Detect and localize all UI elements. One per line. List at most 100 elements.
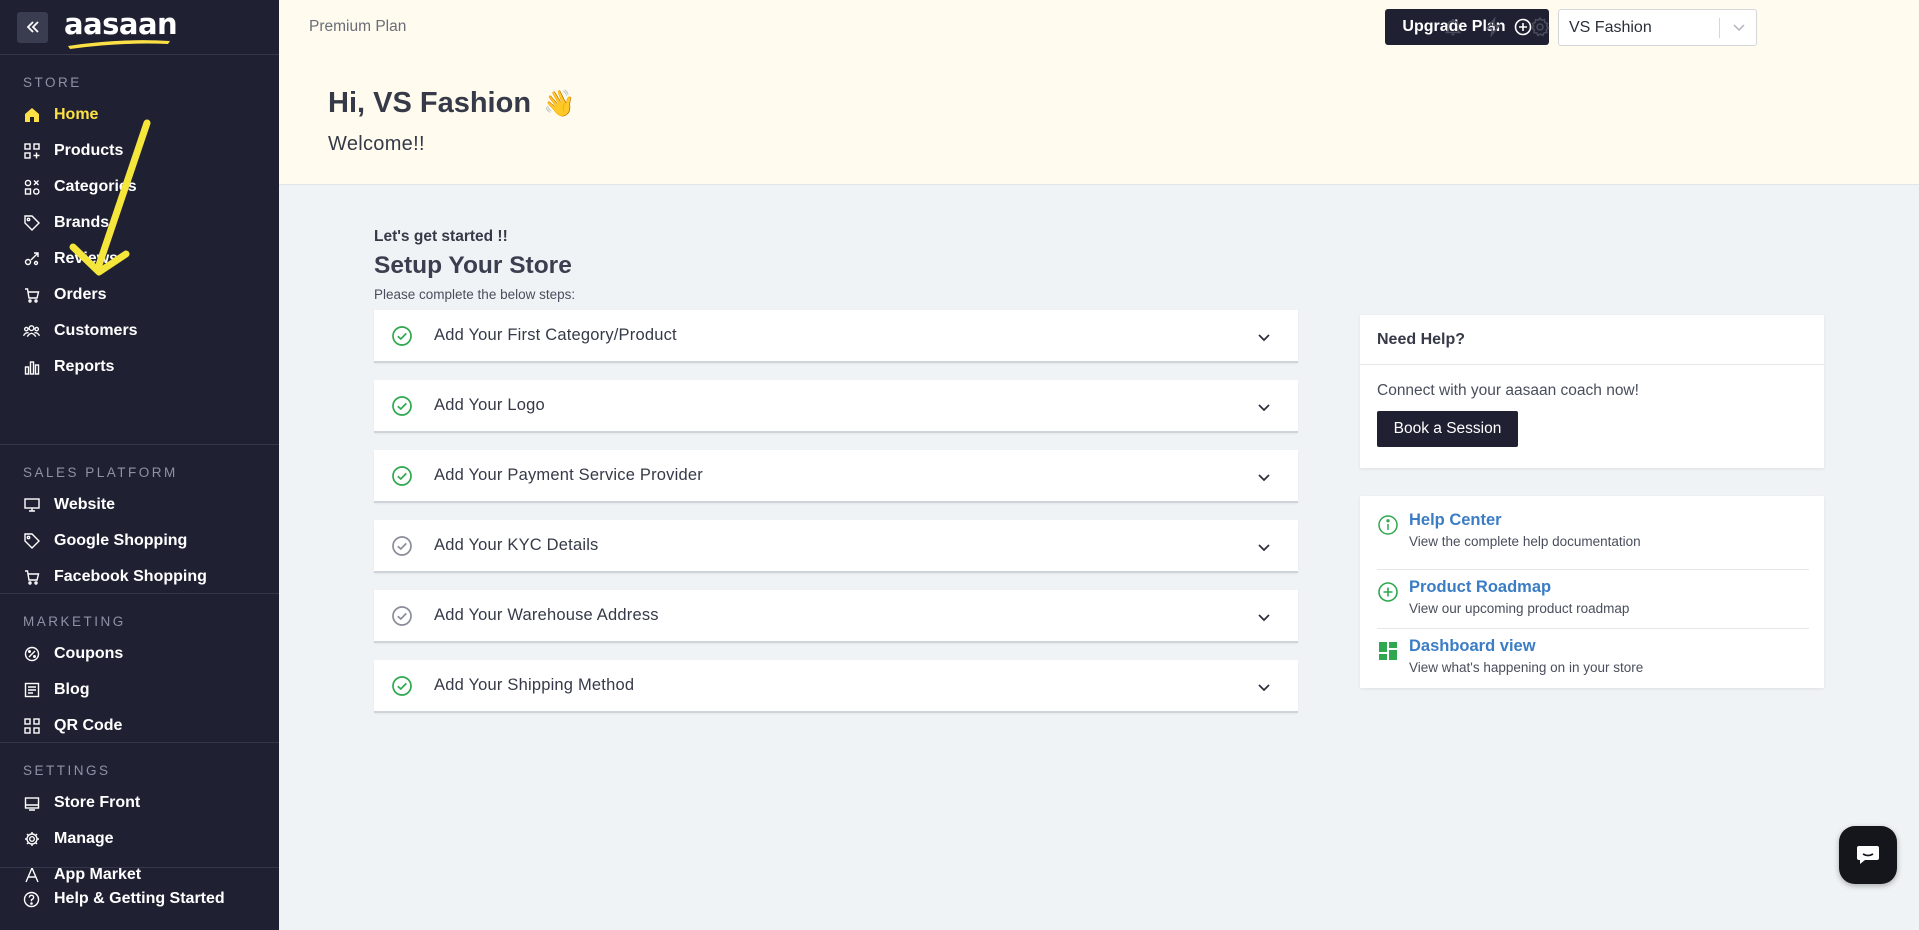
gear-icon [23, 831, 40, 848]
book-session-button[interactable]: Book a Session [1377, 411, 1518, 447]
check-circle-icon [391, 675, 413, 697]
plan-label: Premium Plan [309, 18, 407, 35]
upgrade-plan-button[interactable]: Upgrade Plan [1385, 9, 1549, 45]
section-title: SALES PLATFORM [23, 465, 178, 480]
blog-icon [23, 682, 40, 699]
setup-step[interactable]: Add Your First Category/Product [374, 310, 1298, 363]
chevron-down-icon[interactable] [1256, 539, 1272, 555]
cart-icon [23, 287, 40, 304]
check-circle-icon [391, 605, 413, 627]
setup-step[interactable]: Add Your Shipping Method [374, 660, 1298, 713]
setup-step[interactable]: Add Your Warehouse Address [374, 590, 1298, 643]
product-roadmap-link[interactable]: Product Roadmap View our upcoming produc… [1377, 569, 1809, 628]
need-help-text: Connect with your aasaan coach now! [1377, 382, 1639, 399]
sidebar-item-blog[interactable]: Blog [0, 672, 279, 708]
need-help-title: Need Help? [1360, 315, 1824, 365]
setup-step[interactable]: Add Your Payment Service Provider [374, 450, 1298, 503]
check-circle-icon [391, 325, 413, 347]
sidebar-item-google-shopping[interactable]: Google Shopping [0, 523, 279, 559]
home-icon [23, 107, 40, 124]
help-getting-started-link[interactable]: Help & Getting Started [0, 867, 279, 930]
check-circle-icon [391, 465, 413, 487]
dashboard-view-link[interactable]: Dashboard view View what's happening on … [1377, 628, 1809, 687]
lightning-icon[interactable] [1482, 16, 1504, 38]
sidebar-item-manage[interactable]: Manage [0, 821, 279, 857]
sidebar-item-facebook-shopping[interactable]: Facebook Shopping [0, 559, 279, 595]
link-description: View what's happening on in your store [1409, 660, 1644, 675]
chat-icon [1857, 846, 1879, 864]
store-select[interactable]: VS Fashion [1558, 9, 1757, 46]
help-circle-icon [23, 891, 40, 908]
select-divider [1719, 18, 1720, 38]
sidebar: aasaan STORE Home Products Categories Br… [0, 0, 279, 930]
sidebar-item-orders[interactable]: Orders [0, 277, 279, 313]
sidebar-item-customers[interactable]: Customers [0, 313, 279, 349]
top-banner: Premium Plan Upgrade Plan VS Fashion Hi,… [279, 0, 1919, 185]
categories-icon [23, 179, 40, 196]
link-title: Product Roadmap [1409, 578, 1552, 596]
help-center-link[interactable]: Help Center View the complete help docum… [1377, 510, 1809, 569]
double-chevron-left-icon [26, 21, 39, 33]
setup-step[interactable]: Add Your Logo [374, 380, 1298, 433]
aasaan-logo[interactable]: aasaan [64, 9, 178, 49]
sidebar-item-store-front[interactable]: Store Front [0, 785, 279, 821]
qr-icon [23, 718, 40, 735]
setup-step[interactable]: Add Your KYC Details [374, 520, 1298, 573]
info-icon [1377, 514, 1399, 536]
sidebar-item-coupons[interactable]: Coupons [0, 636, 279, 672]
sidebar-item-website[interactable]: Website [0, 487, 279, 523]
users-icon [23, 323, 40, 340]
check-circle-icon [391, 395, 413, 417]
setup-subtitle: Please complete the below steps: [374, 287, 576, 302]
sidebar-section-store: STORE Home Products Categories Brands Re… [0, 55, 279, 444]
setup-kicker: Let's get started !! [374, 228, 508, 245]
grid-plus-icon [23, 143, 40, 160]
section-title: STORE [23, 75, 82, 90]
need-help-card: Need Help? Connect with your aasaan coac… [1360, 315, 1824, 468]
setup-store-section: Let's get started !! Setup Your Store Pl… [374, 228, 1298, 730]
tag-icon [23, 533, 40, 550]
sidebar-item-reviews[interactable]: Reviews [0, 241, 279, 277]
bar-chart-icon [23, 359, 40, 376]
sidebar-item-brands[interactable]: Brands [0, 205, 279, 241]
settings-gear-icon[interactable] [1529, 16, 1551, 38]
chevron-down-icon[interactable] [1256, 399, 1272, 415]
sidebar-item-categories[interactable]: Categories [0, 169, 279, 205]
section-title: SETTINGS [23, 763, 111, 778]
chevron-down-icon [1733, 24, 1745, 32]
chevron-down-icon[interactable] [1256, 469, 1272, 485]
sidebar-section-sales-platform: SALES PLATFORM Website Google Shopping F… [0, 444, 279, 593]
setup-step-label: Add Your Shipping Method [434, 676, 635, 694]
storefront-icon [23, 795, 40, 812]
resources-card: Help Center View the complete help docum… [1360, 496, 1824, 688]
setup-steps-list: Add Your First Category/Product Add Your … [374, 310, 1298, 713]
section-title: MARKETING [23, 614, 126, 629]
logo-swoosh [68, 39, 170, 49]
sidebar-item-products[interactable]: Products [0, 133, 279, 169]
setup-step-label: Add Your Logo [434, 396, 545, 414]
setup-step-label: Add Your Payment Service Provider [434, 466, 703, 484]
waving-hand-icon: 👋 [543, 88, 576, 118]
setup-title: Setup Your Store [374, 252, 572, 279]
chevron-down-icon[interactable] [1256, 609, 1272, 625]
link-description: View the complete help documentation [1409, 534, 1641, 549]
dashboard-icon [1377, 640, 1399, 662]
plus-circle-icon [1377, 581, 1399, 603]
monitor-icon [23, 497, 40, 514]
sidebar-item-reports[interactable]: Reports [0, 349, 279, 385]
collapse-sidebar-button[interactable] [17, 11, 48, 43]
bell-icon[interactable] [1442, 16, 1464, 38]
sidebar-item-qr-code[interactable]: QR Code [0, 708, 279, 744]
check-circle-icon [391, 535, 413, 557]
cart-icon [23, 569, 40, 586]
coupon-icon [23, 646, 40, 663]
sidebar-item-home[interactable]: Home [0, 97, 279, 133]
setup-step-label: Add Your KYC Details [434, 536, 599, 554]
sidebar-header: aasaan [0, 0, 279, 55]
reviews-icon [23, 251, 40, 268]
link-title: Dashboard view [1409, 637, 1536, 655]
setup-step-label: Add Your First Category/Product [434, 326, 677, 344]
chat-widget-button[interactable] [1839, 826, 1897, 884]
chevron-down-icon[interactable] [1256, 329, 1272, 345]
chevron-down-icon[interactable] [1256, 679, 1272, 695]
